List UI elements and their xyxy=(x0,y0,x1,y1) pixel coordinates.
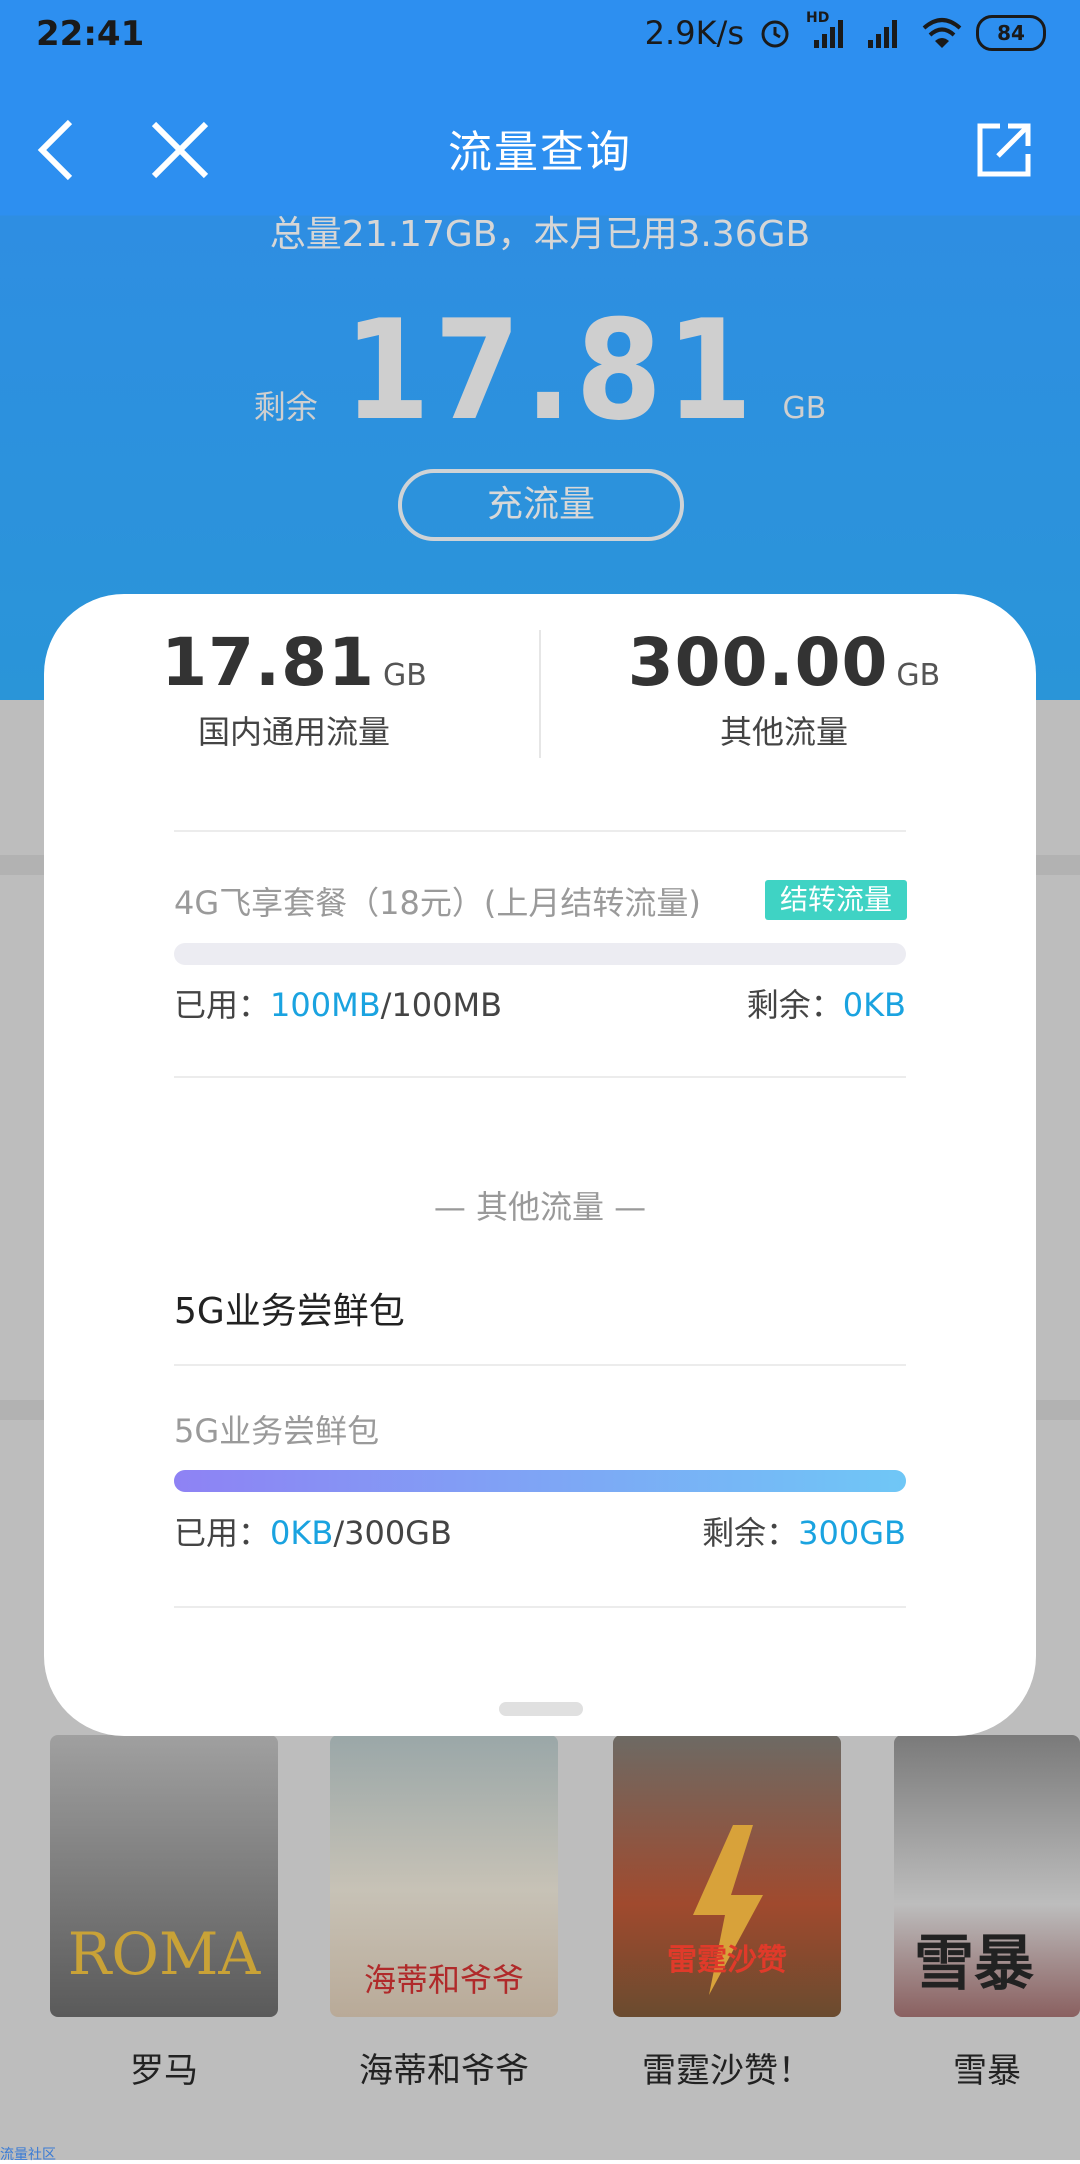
usage-bar xyxy=(174,943,906,965)
movie-item[interactable]: 雪暴 雪暴 xyxy=(894,1735,1080,2092)
movie-list: ROMA 罗马 海蒂和爷爷 海蒂和爷爷 雷霆沙赞 雷霆沙赞！ 雪暴 雪暴 xyxy=(0,1735,1080,2091)
remain-label: 剩余： xyxy=(702,1514,799,1552)
status-icons: 2.9K/s HD 84 xyxy=(644,10,1046,52)
usage-summary: 总量21.17GB，本月已用3.36GB xyxy=(269,214,811,255)
group-title: 5G业务尝鲜包 xyxy=(174,1291,405,1332)
used-label: 已用： xyxy=(174,1514,271,1552)
share-icon xyxy=(977,123,1031,177)
poster-text: ROMA xyxy=(67,1920,261,1988)
used-label: 已用： xyxy=(174,986,271,1024)
domestic-traffic: 17.81 GB 国内通用流量 xyxy=(104,624,484,753)
movie-title: 雪暴 xyxy=(953,2051,1021,2091)
wifi-icon xyxy=(922,18,962,48)
usage-bar xyxy=(174,1470,906,1492)
remain-value: 300GB xyxy=(798,1514,906,1552)
status-bar: 22:41 2.9K/s HD 84 xyxy=(0,0,1080,76)
divider xyxy=(174,1606,906,1608)
poster-text: 雪暴 xyxy=(914,1929,1034,1999)
used-value: 0KB xyxy=(270,1514,334,1552)
status-time: 22:41 xyxy=(36,14,145,54)
movie-item[interactable]: ROMA 罗马 xyxy=(50,1735,278,2092)
domestic-unit: GB xyxy=(382,658,427,693)
community-link[interactable]: 流量社区 xyxy=(0,2144,56,2164)
domestic-value: 17.81 xyxy=(161,624,375,701)
movie-title: 海蒂和爷爷 xyxy=(359,2051,529,2091)
recharge-button[interactable]: 充流量 xyxy=(398,469,684,541)
alarm-icon xyxy=(761,20,789,48)
movie-item[interactable]: 海蒂和爷爷 海蒂和爷爷 xyxy=(330,1735,558,2092)
divider xyxy=(174,1076,906,1078)
page-title: 流量查询 xyxy=(448,127,632,178)
other-traffic: 300.00 GB 其他流量 xyxy=(594,624,974,753)
divider xyxy=(174,1364,906,1366)
remain-value: 0KB xyxy=(842,986,906,1024)
remaining-unit: GB xyxy=(782,391,827,426)
net-speed: 2.9K/s xyxy=(644,14,744,52)
other-unit: GB xyxy=(896,658,941,693)
battery-icon: 84 xyxy=(976,15,1046,51)
movie-poster: 海蒂和爷爷 xyxy=(330,1735,558,2017)
hd-signal-icon: HD xyxy=(806,10,850,50)
signal-icon xyxy=(868,20,897,48)
remain-label: 剩余： xyxy=(746,986,843,1024)
usage-bar-fill xyxy=(174,1470,906,1492)
section-title: — 其他流量 — xyxy=(433,1188,647,1226)
usage-remaining: 剩余：0KB xyxy=(747,980,906,1026)
total-value: /100MB xyxy=(380,986,503,1024)
usage-used: 已用：100MB/100MB xyxy=(174,980,502,1026)
movie-poster: 雪暴 xyxy=(894,1735,1080,2017)
package-title: 4G飞享套餐（18元）(上月结转流量) xyxy=(174,884,701,922)
remaining-value: 17.81 xyxy=(343,290,757,451)
drag-handle[interactable] xyxy=(499,1702,583,1716)
movie-item[interactable]: 雷霆沙赞 雷霆沙赞！ xyxy=(613,1735,841,2092)
movie-title: 雷霆沙赞！ xyxy=(642,2051,812,2091)
usage-used: 已用：0KB/300GB xyxy=(174,1508,452,1554)
remaining-display: 剩余 17.81 GB xyxy=(0,290,1080,451)
rollover-tag: 结转流量 xyxy=(765,880,907,920)
other-label: 其他流量 xyxy=(719,713,848,751)
traffic-totals: 17.81 GB 国内通用流量 300.00 GB 其他流量 xyxy=(44,594,1036,774)
usage-remaining: 剩余：300GB xyxy=(702,1508,906,1554)
domestic-label: 国内通用流量 xyxy=(197,713,390,751)
movie-poster: 雷霆沙赞 xyxy=(613,1735,841,2017)
other-value: 300.00 xyxy=(627,624,889,701)
share-button[interactable] xyxy=(964,110,1044,190)
poster-text: 雷霆沙赞 xyxy=(667,1943,787,1978)
traffic-detail-card: 17.81 GB 国内通用流量 300.00 GB 其他流量 4G飞享套餐（18元）… xyxy=(44,594,1036,1736)
total-value: /300GB xyxy=(333,1514,452,1552)
used-value: 100MB xyxy=(270,986,381,1024)
divider xyxy=(174,830,906,832)
poster-text: 海蒂和爷爷 xyxy=(363,1961,524,1999)
vertical-divider xyxy=(539,630,541,758)
package-title: 5G业务尝鲜包 xyxy=(174,1412,380,1450)
nav-bar: 流量查询 xyxy=(0,76,1080,214)
movie-title: 罗马 xyxy=(130,2051,198,2091)
movie-poster: ROMA xyxy=(50,1735,278,2017)
remaining-label: 剩余 xyxy=(253,388,318,426)
